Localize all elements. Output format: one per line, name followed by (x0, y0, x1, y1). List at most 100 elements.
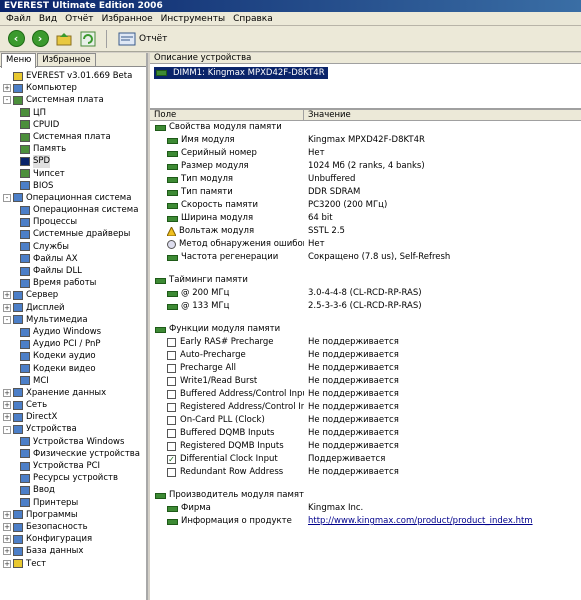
property-row[interactable]: Early RAS# Precharge Не поддерживается (150, 336, 581, 349)
product-link[interactable]: http://www.kingmax.com/product/product_i… (304, 515, 533, 528)
tree-item[interactable]: - Мультимедиа (0, 314, 146, 326)
property-group[interactable]: Функции модуля памяти (150, 323, 581, 336)
tree-item[interactable]: + Сеть (0, 399, 146, 411)
property-row[interactable]: Redundant Row Address Не поддерживается (150, 466, 581, 479)
tree-item[interactable]: Процессы (0, 216, 146, 228)
tree-item[interactable]: Устройства Windows (0, 436, 146, 448)
menu-favorites[interactable]: Избранное (98, 12, 157, 26)
tree-item[interactable]: Принтеры (0, 497, 146, 509)
tree-item[interactable]: - Устройства (0, 423, 146, 435)
tree-item[interactable]: + Сервер (0, 289, 146, 301)
property-row[interactable]: Размер модуля 1024 Мб (2 ranks, 4 banks) (150, 160, 581, 173)
column-value[interactable]: Значение (304, 110, 351, 120)
expand-icon[interactable]: + (3, 303, 11, 312)
tree-item[interactable]: Системная плата (0, 131, 146, 143)
property-row[interactable]: Precharge All Не поддерживается (150, 362, 581, 375)
forward-button[interactable]: › (30, 29, 50, 49)
tree-item[interactable]: + Тест (0, 558, 146, 570)
property-row[interactable]: Ширина модуля 64 bit (150, 212, 581, 225)
tree-item[interactable]: Операционная система (0, 204, 146, 216)
device-item[interactable]: DIMM1: Kingmax MPXD42F-D8KT4R (154, 67, 328, 79)
tree-item[interactable]: Ввод (0, 484, 146, 496)
tree-item[interactable]: - Операционная система (0, 192, 146, 204)
tree-item[interactable]: EVEREST v3.01.669 Beta (0, 70, 146, 82)
tree-item[interactable]: + Программы (0, 509, 146, 521)
property-row[interactable]: Тип памяти DDR SDRAM (150, 186, 581, 199)
property-row[interactable]: Write1/Read Burst Не поддерживается (150, 375, 581, 388)
tab-favorites[interactable]: Избранное (37, 53, 96, 66)
tree-item[interactable]: Системные драйверы (0, 228, 146, 240)
back-button[interactable]: ‹ (6, 29, 26, 49)
property-row[interactable]: Тип модуля Unbuffered (150, 173, 581, 186)
property-row[interactable]: @ 200 МГц 3.0-4-4-8 (CL-RCD-RP-RAS) (150, 287, 581, 300)
tree-item[interactable]: CPUID (0, 119, 146, 131)
tree-item[interactable]: Кодеки видео (0, 363, 146, 375)
tree-item[interactable]: Чипсет (0, 168, 146, 180)
property-group[interactable]: Тайминги памяти (150, 274, 581, 287)
property-row[interactable]: Серийный номер Нет (150, 147, 581, 160)
tree-item[interactable]: ЦП (0, 107, 146, 119)
expand-icon[interactable]: + (3, 401, 11, 410)
refresh-button[interactable] (78, 29, 98, 49)
tree-item[interactable]: Устройства PCI (0, 460, 146, 472)
property-row[interactable]: On-Card PLL (Clock) Не поддерживается (150, 414, 581, 427)
property-row[interactable]: Buffered Address/Control Inputs Не поддер… (150, 388, 581, 401)
menu-help[interactable]: Справка (229, 12, 277, 26)
expand-icon[interactable]: + (3, 388, 11, 397)
tree-item[interactable]: Службы (0, 241, 146, 253)
expand-icon[interactable]: + (3, 535, 11, 544)
property-row[interactable]: Registered Address/Control In... Не подде… (150, 401, 581, 414)
property-row[interactable]: Скорость памяти PC3200 (200 МГц) (150, 199, 581, 212)
property-row[interactable]: Метод обнаружения ошибок Нет (150, 238, 581, 251)
tree-item[interactable]: + Дисплей (0, 302, 146, 314)
property-row[interactable]: Имя модуля Kingmax MPXD42F-D8KT4R (150, 134, 581, 147)
tree-item[interactable]: + Хранение данных (0, 387, 146, 399)
up-button[interactable] (54, 29, 74, 49)
tree-item[interactable]: Файлы AX (0, 253, 146, 265)
tree-item[interactable]: MCI (0, 375, 146, 387)
property-row[interactable]: Частота регенерации Сокращено (7.8 us), S… (150, 251, 581, 264)
tree-item[interactable]: + Компьютер (0, 82, 146, 94)
tree-item[interactable]: Аудио Windows (0, 326, 146, 338)
tree-item[interactable]: Кодеки аудио (0, 350, 146, 362)
collapse-icon[interactable]: - (3, 315, 11, 324)
property-row[interactable]: @ 133 МГц 2.5-3-3-6 (CL-RCD-RP-RAS) (150, 300, 581, 313)
menu-tools[interactable]: Инструменты (157, 12, 229, 26)
property-row[interactable]: Фирма Kingmax Inc. (150, 502, 581, 515)
report-button[interactable]: Отчёт (115, 32, 170, 46)
tree-item[interactable]: + База данных (0, 545, 146, 557)
property-row[interactable]: Auto-Precharge Не поддерживается (150, 349, 581, 362)
property-row[interactable]: ✓ Differential Clock Input Поддерживается (150, 453, 581, 466)
expand-icon[interactable]: + (3, 291, 11, 300)
tree-item[interactable]: Файлы DLL (0, 265, 146, 277)
tree-item[interactable]: Время работы (0, 277, 146, 289)
menu-file[interactable]: Файл (2, 12, 35, 26)
tree-item[interactable]: Физические устройства (0, 448, 146, 460)
menu-view[interactable]: Вид (35, 12, 61, 26)
expand-icon[interactable]: + (3, 510, 11, 519)
tree-item[interactable]: - Системная плата (0, 94, 146, 106)
property-row[interactable]: Вольтаж модуля SSTL 2.5 (150, 225, 581, 238)
tree-item[interactable]: Аудио PCI / PnP (0, 338, 146, 350)
collapse-icon[interactable]: - (3, 193, 11, 202)
collapse-icon[interactable]: - (3, 425, 11, 434)
tree-item[interactable]: Память (0, 143, 146, 155)
collapse-icon[interactable]: - (3, 96, 11, 105)
tree-item[interactable]: Ресурсы устройств (0, 472, 146, 484)
property-group[interactable]: Свойства модуля памяти (150, 121, 581, 134)
menu-report[interactable]: Отчёт (61, 12, 97, 26)
expand-icon[interactable]: + (3, 84, 11, 93)
property-row[interactable]: Информация о продукте http://www.kingmax.… (150, 515, 581, 528)
expand-icon[interactable]: + (3, 413, 11, 422)
property-group[interactable]: Производитель модуля памяти (150, 489, 581, 502)
tree-item[interactable]: BIOS (0, 180, 146, 192)
property-row[interactable]: Buffered DQMB Inputs Не поддерживается (150, 427, 581, 440)
tree-item[interactable]: + Безопасность (0, 521, 146, 533)
property-row[interactable]: Registered DQMB Inputs Не поддерживается (150, 440, 581, 453)
expand-icon[interactable]: + (3, 547, 11, 556)
tree-item[interactable]: SPD (0, 155, 146, 168)
tree-item[interactable]: + DirectX (0, 411, 146, 423)
expand-icon[interactable]: + (3, 523, 11, 532)
tree-item[interactable]: + Конфигурация (0, 533, 146, 545)
column-field[interactable]: Поле (150, 110, 304, 120)
